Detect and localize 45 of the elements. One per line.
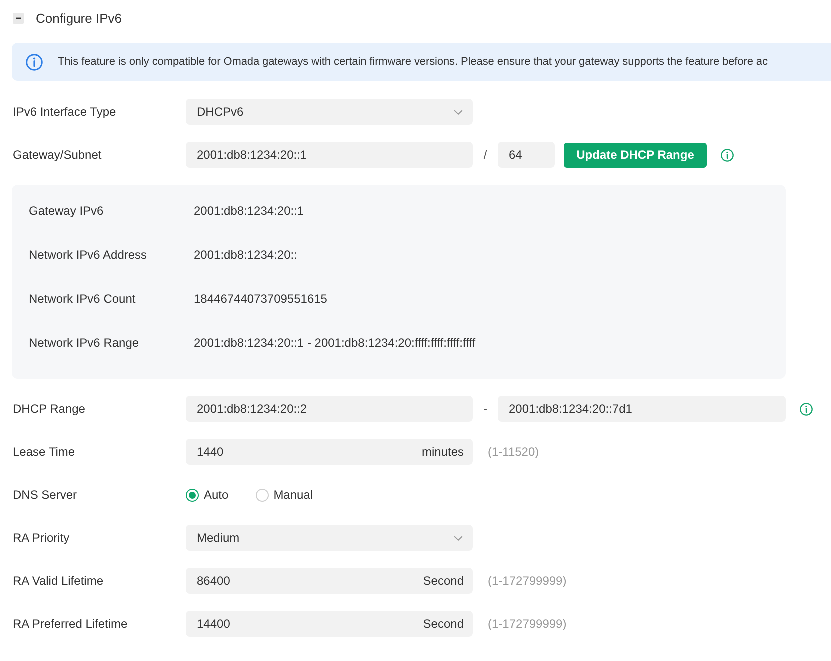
info-icon[interactable] xyxy=(800,402,813,416)
summary-value: 2001:db8:1234:20::1 xyxy=(194,204,304,218)
field-label: RA Priority xyxy=(13,531,71,545)
select-field[interactable]: Medium xyxy=(186,525,473,551)
summary-label: Network IPv6 Count xyxy=(29,292,137,306)
notice-text: This feature is only compatible for Omada gateways with certain firmware versions. Please ensure that your gateway supports the feature before ac xyxy=(58,56,768,68)
radio-button[interactable] xyxy=(186,488,199,502)
radio-label[interactable]: Manual xyxy=(274,488,314,502)
summary-label: Network IPv6 Range xyxy=(29,336,140,350)
input-field[interactable]: 86400 Second xyxy=(186,568,473,594)
unit-label: Second xyxy=(423,617,464,631)
radio-label[interactable]: Auto xyxy=(204,488,229,502)
input-field[interactable]: 2001:db8:1234:20::1 xyxy=(186,142,473,168)
summary-value: 2001:db8:1234:20::1 - 2001:db8:1234:20:ffff:ffff:ffff:ffff xyxy=(194,336,476,350)
section-title: Configure IPv6 xyxy=(36,11,122,26)
chevron-icon xyxy=(454,536,463,540)
separator: / xyxy=(482,148,488,162)
range-hint: (1-172799999) xyxy=(488,617,567,631)
unit-label: minutes xyxy=(422,445,464,459)
summary-label: Network IPv6 Address xyxy=(29,248,148,262)
field-label: DHCP Range xyxy=(13,402,86,416)
range-hint: (1-11520) xyxy=(488,445,540,459)
input-field[interactable]: 1440 minutes xyxy=(186,439,473,465)
input-field[interactable]: 2001:db8:1234:20::7d1 xyxy=(498,396,786,422)
input-field[interactable]: 14400 Second xyxy=(186,611,473,637)
input-field[interactable]: 2001:db8:1234:20::2 xyxy=(186,396,473,422)
summary-label: Gateway IPv6 xyxy=(29,204,105,218)
field-label: RA Valid Lifetime xyxy=(13,574,104,588)
separator: - xyxy=(482,402,488,416)
select-field[interactable]: DHCPv6 xyxy=(186,99,473,125)
unit-label: Second xyxy=(423,574,464,588)
summary-value: 2001:db8:1234:20:: xyxy=(194,248,298,262)
minus-icon[interactable] xyxy=(13,13,24,24)
field-label: IPv6 Interface Type xyxy=(13,105,118,119)
field-label: Gateway/Subnet xyxy=(13,148,103,162)
info-icon[interactable] xyxy=(721,148,734,162)
radio-button[interactable] xyxy=(256,488,269,502)
summary-value: 18446744073709551615 xyxy=(194,292,328,306)
chevron-icon xyxy=(454,110,463,114)
info-icon xyxy=(26,54,43,70)
field-label: Lease Time xyxy=(13,445,76,459)
field-label: RA Preferred Lifetime xyxy=(13,617,129,631)
field-label: DNS Server xyxy=(13,488,78,502)
range-hint: (1-172799999) xyxy=(488,574,567,588)
input-field[interactable]: 64 xyxy=(498,142,555,168)
